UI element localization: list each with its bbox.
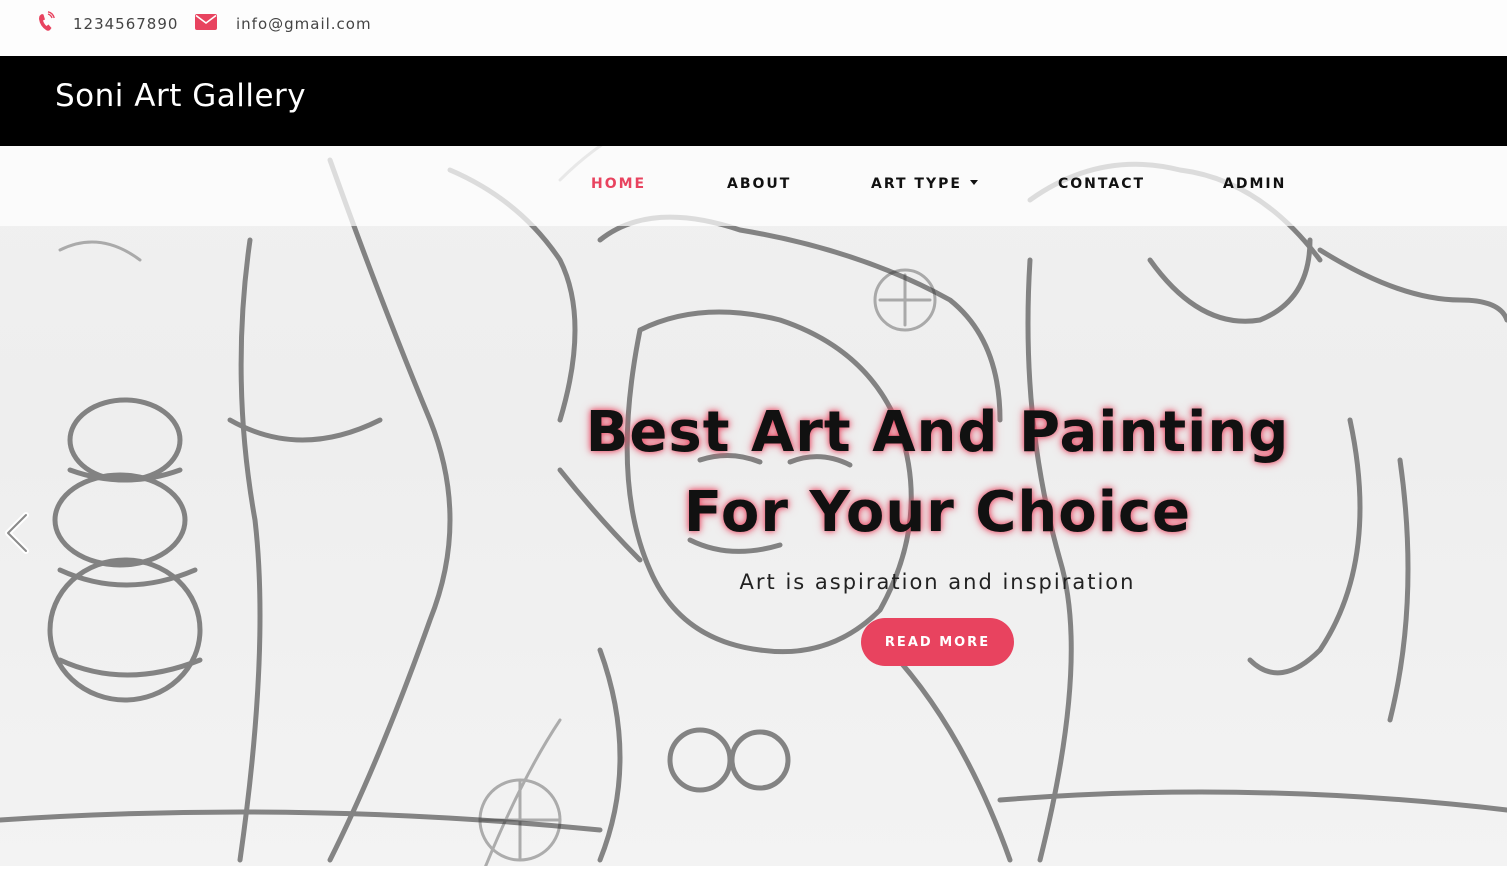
nav-art-type-dropdown[interactable]: ART TYPE [871,176,978,192]
nav-home[interactable]: HOME [591,176,646,192]
caret-down-icon [969,180,978,185]
hero-title-line-1: Best Art And Painting [585,400,1290,465]
carousel-prev-button[interactable] [2,511,32,555]
phone-contact[interactable]: 1234567890 [37,0,178,48]
email-address: info@gmail.com [236,15,372,33]
site-logo-link[interactable]: Soni Art Gallery [55,78,306,114]
page: 1234567890 info@gmail.com Soni Art Galle… [0,0,1507,869]
brand-bar: Soni Art Gallery [0,56,1507,146]
nav-contact[interactable]: CONTACT [1058,176,1145,192]
nav-art-type-label: ART TYPE [871,176,962,192]
nav-admin[interactable]: ADMIN [1223,176,1286,192]
top-contact-bar: 1234567890 info@gmail.com [0,0,1507,56]
read-more-button[interactable]: READ MORE [861,618,1014,666]
main-navigation: HOME ABOUT ART TYPE CONTACT ADMIN [0,146,1507,226]
phone-icon [37,11,55,37]
email-contact[interactable]: info@gmail.com [195,0,372,48]
hero-subtitle: Art is aspiration and inspiration [739,570,1136,594]
hero-title-line-2: For Your Choice [683,480,1192,545]
hero-title: Best Art And Painting For Your Choice [540,393,1335,553]
chevron-left-icon [5,512,29,554]
phone-number: 1234567890 [73,15,179,33]
envelope-icon [195,14,217,34]
nav-about[interactable]: ABOUT [727,176,791,192]
